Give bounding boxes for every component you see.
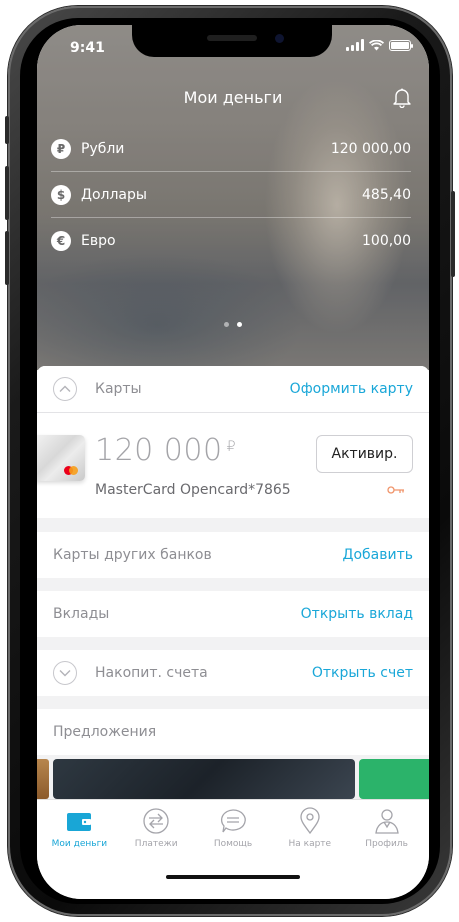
deposits-row[interactable]: Вклады Открыть вклад [37,591,429,637]
card-masked-number: *7865 [248,482,291,498]
account-row-usd[interactable]: $ Доллары 485,40 [51,172,411,218]
map-pin-icon [300,807,320,835]
bell-icon[interactable] [391,86,413,108]
account-balance: 100,00 [362,233,411,249]
offers-section: Предложения [37,709,429,755]
card-item[interactable]: 120 000 ₽ MasterCard Opencard*7865 Активи… [37,413,429,521]
promo-banner[interactable] [37,759,49,799]
promo-carousel[interactable] [37,759,429,799]
notch [132,25,332,57]
offers-label: Предложения [53,724,157,740]
account-name: Доллары [81,186,147,203]
savings-section: Накопит. счета Открыть счет [37,650,429,696]
tab-label: Платежи [134,839,178,849]
chat-icon [220,809,246,833]
mastercard-logo-icon [64,466,78,475]
euro-icon: € [51,231,71,251]
tab-label: Помощь [213,839,253,849]
speaker [207,35,257,41]
accounts-hero: 9:41 Мои деньги ₽ Рубли 120 000,00 $ Дол… [37,25,429,370]
account-row-rub[interactable]: ₽ Рубли 120 000,00 [51,126,411,172]
payments-icon [143,808,169,834]
account-name: Евро [81,233,116,249]
tab-bar: Мои деньги Платежи Помощь На карте Профи… [37,799,429,899]
key-icon [387,486,404,494]
card-currency: ₽ [226,439,236,455]
tab-my-money[interactable]: Мои деньги [41,806,118,849]
card-name: MasterCard Opencard*7865 [95,482,291,498]
tab-label: Мои деньги [51,839,108,849]
page-dot-active[interactable] [237,322,242,327]
power-button [451,191,455,277]
dollar-icon: $ [51,184,71,205]
wallet-icon [67,813,92,831]
chevron-up-icon[interactable] [53,377,77,401]
tab-profile[interactable]: Профиль [348,806,425,849]
battery-icon [389,39,413,51]
status-icons [346,39,413,51]
home-indicator[interactable] [166,875,300,879]
add-card-link[interactable]: Добавить [343,547,413,563]
other-banks-section: Карты других банков Добавить [37,532,429,578]
tab-payments[interactable]: Платежи [118,806,195,849]
wifi-icon [369,39,384,50]
page-title: Мои деньги [183,88,283,107]
front-camera [275,34,284,43]
cards-label: Карты [95,381,142,397]
signal-icon [346,39,364,51]
ruble-icon: ₽ [51,138,71,159]
open-account-link[interactable]: Открыть счет [312,665,413,681]
profile-icon [374,809,399,834]
other-banks-label: Карты других банков [53,547,212,563]
promo-banner[interactable] [53,759,355,799]
other-banks-row[interactable]: Карты других банков Добавить [37,532,429,578]
tab-help[interactable]: Помощь [195,806,272,849]
cards-section: Карты Оформить карту 120 000 ₽ MasterCard… [37,366,429,518]
volume-down-button [5,231,9,285]
status-time: 9:41 [70,40,105,56]
account-name: Рубли [81,140,125,157]
offers-row: Предложения [37,709,429,755]
tab-label: Профиль [365,839,408,849]
tab-label: На карте [288,839,332,849]
account-balance: 485,40 [362,186,411,203]
order-card-link[interactable]: Оформить карту [290,381,413,397]
page-dot[interactable] [224,322,229,327]
savings-row[interactable]: Накопит. счета Открыть счет [37,650,429,696]
account-balance: 120 000,00 [330,140,411,157]
card-thumbnail [37,435,85,481]
status-bar: 9:41 [37,25,429,69]
card-balance: 120 000 ₽ [95,433,236,468]
cards-header-row[interactable]: Карты Оформить карту [37,366,429,412]
page-indicator[interactable] [37,322,429,327]
deposits-section: Вклады Открыть вклад [37,591,429,637]
tab-map[interactable]: На карте [271,806,348,849]
account-row-eur[interactable]: € Евро 100,00 [51,218,411,264]
chevron-down-icon[interactable] [53,661,77,685]
card-product-name: MasterCard Opencard [95,482,249,498]
activate-button[interactable]: Активир. [316,435,413,473]
screen: 9:41 Мои деньги ₽ Рубли 120 000,00 $ Дол… [37,25,429,899]
card-amount: 120 000 [95,433,223,468]
deposits-label: Вклады [53,606,110,622]
promo-banner[interactable] [359,759,429,799]
savings-label: Накопит. счета [95,665,208,681]
volume-up-button [5,166,9,220]
open-deposit-link[interactable]: Открыть вклад [301,606,413,622]
products-panel: Карты Оформить карту 120 000 ₽ MasterCard… [37,366,429,806]
mute-switch [5,116,9,144]
